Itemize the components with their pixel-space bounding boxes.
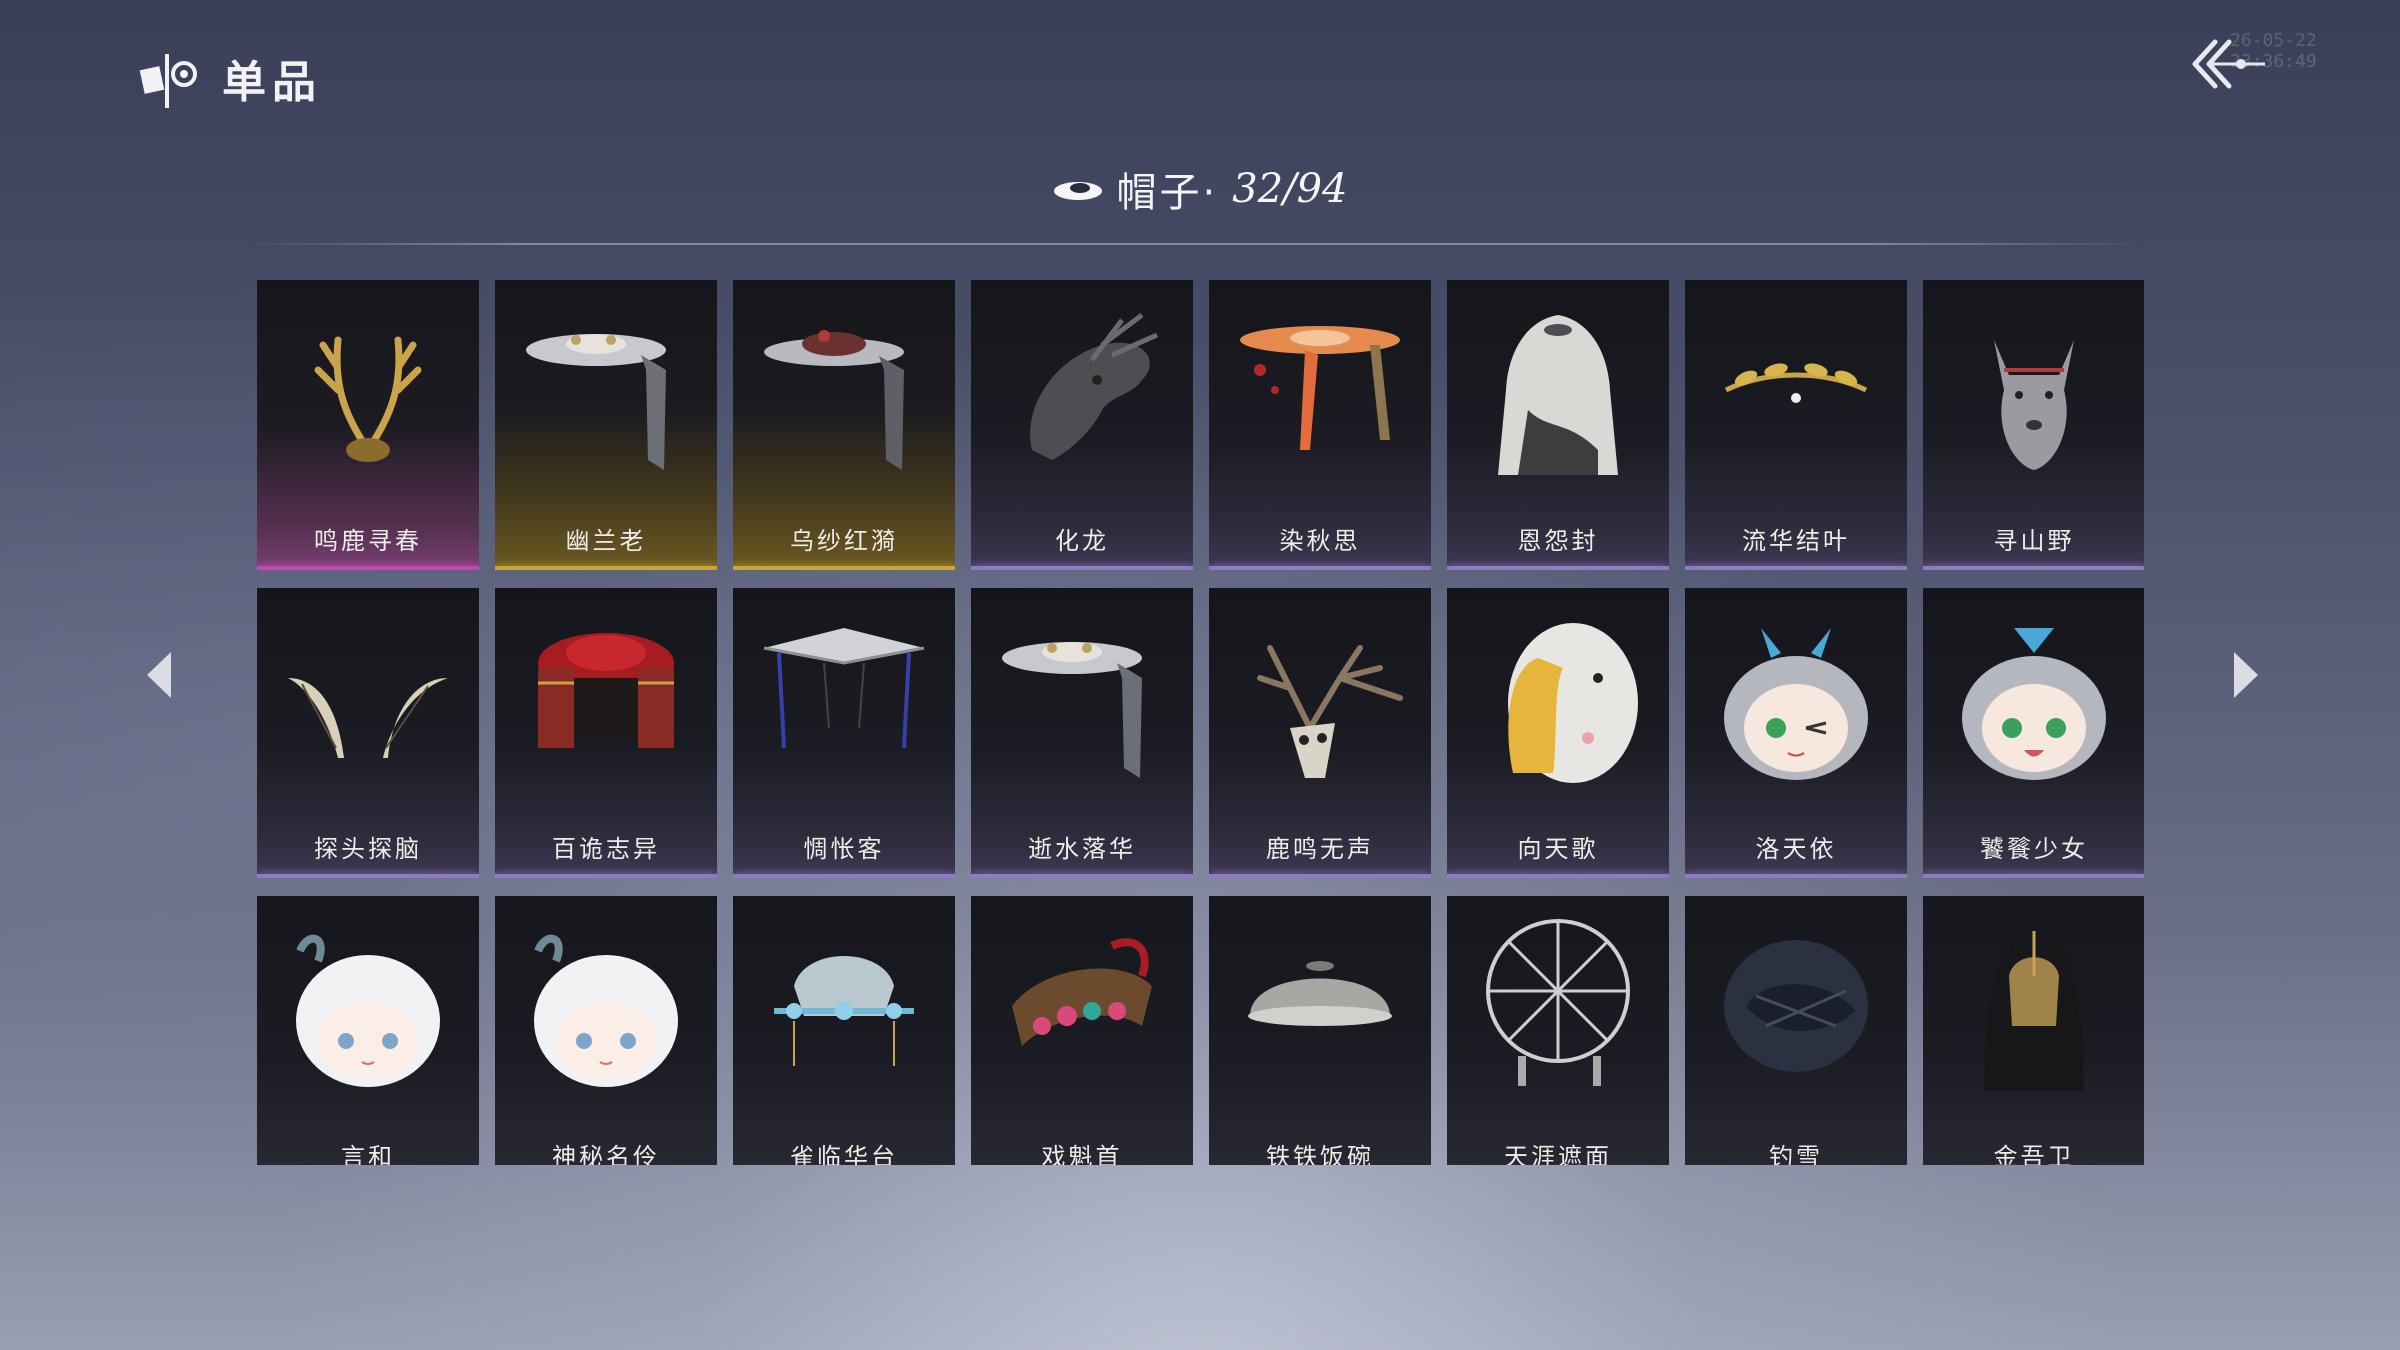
item-name: 探头探脑 — [314, 835, 422, 863]
item-card[interactable]: 幽兰老 — [495, 280, 717, 570]
straw-hat-icon — [1724, 940, 1868, 1072]
item-card[interactable]: 探头探脑 — [257, 588, 479, 878]
guard-helmet-icon — [1984, 931, 2084, 1091]
goose-plush-hat-icon — [1508, 623, 1638, 783]
item-card[interactable]: 饕餮少女 — [1923, 588, 2144, 878]
header-divider — [240, 243, 2150, 245]
item-card[interactable]: 鹿鸣无声 — [1209, 588, 1431, 878]
item-card[interactable]: 逝水落华 — [971, 588, 1193, 878]
item-card[interactable]: 神秘名伶 — [495, 896, 717, 1165]
item-name: 金吾卫 — [1993, 1143, 2075, 1165]
dragon-head-icon — [1030, 313, 1159, 460]
item-name: 染秋思 — [1279, 527, 1361, 555]
item-name: 百诡志异 — [552, 835, 660, 863]
item-name: 戏魁首 — [1041, 1143, 1123, 1165]
page-title: 单品 — [222, 57, 322, 108]
item-card[interactable]: 染秋思 — [1209, 280, 1431, 570]
rarity-bar — [1923, 874, 2144, 878]
item-name: 惆怅客 — [803, 835, 885, 863]
bamboo-hat-ribbons-icon — [763, 628, 925, 749]
veiled-bamboo-hat-icon — [1002, 642, 1142, 778]
item-card[interactable]: 钓雪 — [1685, 896, 1907, 1165]
collection-count: 32/94 — [1232, 166, 1348, 212]
item-name: 流华结叶 — [1742, 527, 1850, 555]
item-name: 言和 — [341, 1143, 395, 1165]
item-name: 乌纱红漪 — [790, 527, 898, 555]
item-card[interactable]: 恩怨封 — [1447, 280, 1669, 570]
triangle-left-icon[interactable] — [143, 648, 177, 702]
item-card[interactable]: 乌纱红漪 — [733, 280, 955, 570]
item-name: 幽兰老 — [565, 527, 647, 555]
rarity-bar — [257, 874, 479, 878]
item-name: 神秘名伶 — [552, 1143, 660, 1165]
rarity-bar — [495, 874, 717, 878]
red-canopy-hat-icon — [538, 633, 674, 748]
item-name: 钓雪 — [1769, 1143, 1823, 1165]
item-card[interactable]: 化龙 — [971, 280, 1193, 570]
rarity-bar — [971, 566, 1193, 570]
orange-fringed-hat-icon — [1240, 326, 1400, 450]
wardrobe-logo-icon — [139, 54, 197, 108]
item-name: 恩怨封 — [1517, 527, 1599, 555]
item-name: 天涯遮面 — [1504, 1143, 1612, 1165]
rarity-bar — [495, 566, 717, 570]
item-name: 洛天依 — [1755, 835, 1837, 863]
item-card[interactable]: 戏魁首 — [971, 896, 1193, 1165]
chibi-head-wink-icon — [1724, 628, 1868, 780]
item-card[interactable]: 天涯遮面 — [1447, 896, 1669, 1165]
item-card[interactable]: 鸣鹿寻春 — [257, 280, 479, 570]
jeweled-crown-icon — [774, 956, 914, 1066]
item-card[interactable]: 铁铁饭碗 — [1209, 896, 1431, 1165]
category-header: 帽子· 32/94 — [0, 160, 2400, 218]
chibi-white-hair-icon — [534, 934, 678, 1087]
ink-hood-icon — [1498, 315, 1618, 475]
rarity-bar — [1685, 566, 1907, 570]
rarity-bar — [1923, 566, 2144, 570]
item-card[interactable]: 雀临华台 — [733, 896, 955, 1165]
rarity-bar — [1209, 874, 1431, 878]
triangle-right-icon[interactable] — [2228, 648, 2262, 702]
item-card[interactable]: 向天歌 — [1447, 588, 1669, 878]
item-grid: 鸣鹿寻春 幽兰老 乌纱红漪 化龙 染秋思 恩怨封 流华结叶 寻山野探头探脑 百诡志异 惆怅客 逝水落… — [257, 280, 2144, 1165]
item-name: 化龙 — [1055, 527, 1109, 555]
rarity-bar — [1447, 566, 1669, 570]
hat-icon — [1053, 182, 1102, 200]
chibi-head-smile-icon — [1962, 628, 2106, 780]
item-name: 鹿鸣无声 — [1266, 835, 1374, 863]
back-arrow-icon[interactable] — [2185, 30, 2271, 100]
item-card[interactable]: 惆怅客 — [733, 588, 955, 878]
item-card[interactable]: 百诡志异 — [495, 588, 717, 878]
rarity-bar — [733, 566, 955, 570]
item-name: 雀临华台 — [790, 1143, 898, 1165]
item-card[interactable]: 言和 — [257, 896, 479, 1165]
chibi-white-hair-icon — [296, 934, 440, 1087]
ribbed-umbrella-hat-icon — [1486, 919, 1630, 1086]
veiled-bamboo-hat-icon — [526, 334, 666, 470]
item-card[interactable]: 洛天依 — [1685, 588, 1907, 878]
rarity-bar — [971, 874, 1193, 878]
red-veiled-hat-icon — [764, 330, 904, 470]
feather-antennae-icon — [288, 678, 448, 758]
rarity-bar — [257, 566, 479, 570]
item-card[interactable]: 寻山野 — [1923, 280, 2144, 570]
item-name: 鸣鹿寻春 — [314, 527, 422, 555]
golden-antlers-icon — [314, 336, 422, 462]
item-name: 铁铁饭碗 — [1266, 1143, 1374, 1165]
rarity-bar — [1447, 874, 1669, 878]
opera-headdress-icon — [1012, 938, 1152, 1046]
category-label: 帽子· — [1116, 170, 1219, 216]
item-card[interactable]: 金吾卫 — [1923, 896, 2144, 1165]
item-name: 寻山野 — [1993, 527, 2075, 555]
wolf-head-icon — [1994, 340, 2074, 470]
item-name: 逝水落华 — [1028, 835, 1136, 863]
iron-bowl-icon — [1248, 961, 1392, 1026]
item-name: 向天歌 — [1517, 835, 1599, 863]
rarity-bar — [1209, 566, 1431, 570]
item-card[interactable]: 流华结叶 — [1685, 280, 1907, 570]
golden-leaf-circlet-icon — [1724, 363, 1868, 403]
item-name: 饕餮少女 — [1980, 835, 2088, 863]
rarity-bar — [733, 874, 955, 878]
rarity-bar — [1685, 874, 1907, 878]
deer-skull-icon — [1257, 645, 1403, 778]
